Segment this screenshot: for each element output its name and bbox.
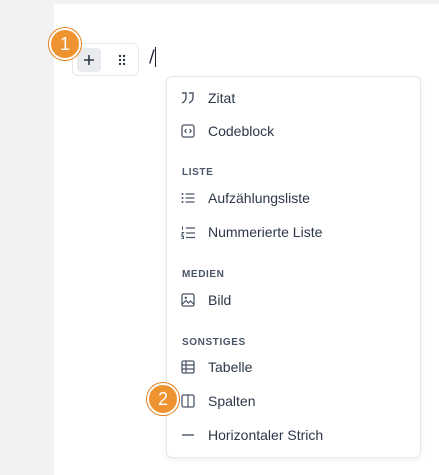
menu-item-label: Bild	[208, 292, 232, 308]
menu-item-label: Spalten	[208, 393, 256, 409]
drag-handle-icon	[118, 54, 126, 66]
step-badge-2: 2	[147, 383, 179, 415]
menu-item-label: Codeblock	[208, 123, 275, 139]
table-icon	[180, 360, 196, 374]
drag-handle[interactable]	[110, 48, 134, 72]
menu-item-zitat[interactable]: Zitat	[167, 84, 420, 112]
menu-item-label: Zitat	[208, 90, 236, 106]
menu-item-label: Tabelle	[208, 359, 253, 375]
menu-item-label: Aufzählungsliste	[208, 190, 310, 206]
horizontal-rule-icon	[180, 428, 196, 442]
plus-icon	[83, 54, 95, 66]
code-block-icon	[180, 124, 196, 138]
section-title-sonstiges: SONSTIGES	[182, 337, 246, 348]
block-toolbar	[72, 43, 139, 76]
add-block-button[interactable]	[77, 48, 101, 72]
menu-item-nummerierte-liste[interactable]: Nummerierte Liste	[167, 218, 420, 246]
menu-item-codeblock[interactable]: Codeblock	[167, 117, 420, 145]
typed-slash-text[interactable]: /	[149, 47, 155, 67]
menu-item-horizontaler-strich[interactable]: Horizontaler Strich	[167, 421, 420, 449]
menu-item-tabelle[interactable]: Tabelle	[167, 353, 420, 381]
menu-item-aufzaehlungsliste[interactable]: Aufzählungsliste	[167, 184, 420, 212]
section-title-liste: LISTE	[182, 167, 214, 178]
image-icon	[180, 293, 196, 307]
quote-icon	[180, 91, 196, 105]
menu-item-bild[interactable]: Bild	[167, 286, 420, 314]
menu-item-label: Nummerierte Liste	[208, 224, 323, 240]
section-title-medien: MEDIEN	[182, 269, 225, 280]
step-badge-1: 1	[49, 28, 81, 60]
bullet-list-icon	[180, 191, 196, 205]
columns-icon	[180, 394, 196, 408]
text-cursor	[155, 47, 156, 67]
numbered-list-icon	[180, 225, 196, 239]
slash-command-menu: Zitat Codeblock LISTE Aufzählungsliste N…	[166, 76, 421, 458]
menu-item-spalten[interactable]: Spalten	[167, 387, 420, 415]
menu-item-label: Horizontaler Strich	[208, 427, 324, 443]
